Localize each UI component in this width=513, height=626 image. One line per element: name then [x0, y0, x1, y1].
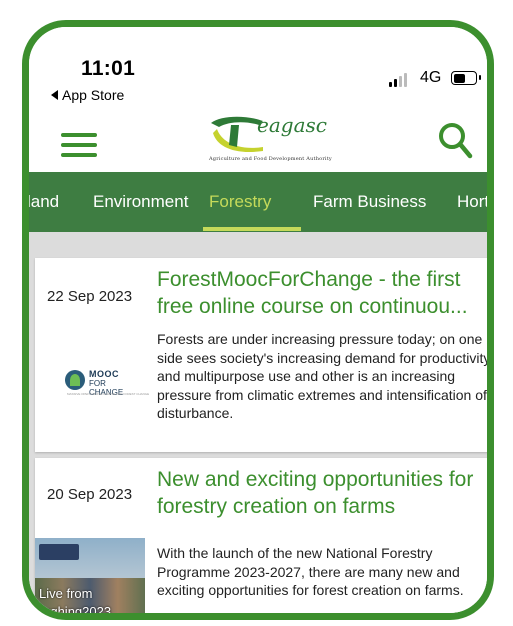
signal-icon: [389, 71, 411, 87]
active-tab-indicator: [203, 227, 301, 231]
logo-text: eagasc: [257, 113, 327, 137]
article-date: 20 Sep 2023: [47, 486, 133, 503]
back-label: App Store: [62, 87, 125, 103]
network-type: 4G: [420, 69, 442, 86]
mooc-logo-icon: [65, 370, 85, 390]
search-icon[interactable]: [437, 121, 473, 161]
mooc-caption: MASSIVE OPEN ONLINE COURSE FOR FOREST CH…: [67, 392, 150, 396]
tab-environment[interactable]: Environment: [93, 192, 188, 212]
article-thumbnail: Live from loughing2023: [35, 538, 145, 619]
tab-land[interactable]: land: [29, 192, 59, 212]
back-arrow-icon: [51, 90, 58, 100]
article-thumbnail: MOOC FOR CHANGE MASSIVE OPEN ONLINE COUR…: [65, 368, 149, 397]
tab-farm-business[interactable]: Farm Business: [313, 192, 426, 212]
menu-icon[interactable]: [61, 133, 97, 157]
article-card[interactable]: 20 Sep 2023 New and exciting opportuniti…: [35, 458, 487, 619]
tab-forestry[interactable]: Forestry: [209, 192, 271, 212]
phone-frame: 11:01 App Store 4G eagasc Agriculture an…: [22, 20, 494, 620]
article-list[interactable]: 22 Sep 2023 ForestMoocForChange - the fi…: [29, 232, 487, 613]
back-to-app-store[interactable]: App Store: [51, 87, 124, 103]
status-bar: 11:01 App Store 4G: [29, 27, 487, 111]
app-bar: eagasc Agriculture and Food Development …: [29, 111, 487, 169]
mooc-line1: MOOC: [89, 369, 119, 379]
category-tabs: land Environment Forestry Farm Business …: [29, 172, 487, 232]
clock: 11:01: [81, 57, 136, 80]
article-summary: With the launch of the new National Fore…: [157, 545, 464, 598]
article-title[interactable]: ForestMoocForChange - the first free onl…: [157, 266, 487, 320]
thumbnail-line2: loughing2023: [35, 604, 112, 619]
tab-horticulture[interactable]: Horti: [457, 192, 487, 212]
logo-subtitle: Agriculture and Food Development Authori…: [209, 156, 332, 162]
article-title[interactable]: New and exciting opportunities for fores…: [157, 466, 487, 520]
battery-icon: [451, 71, 481, 85]
thumbnail-line1: Live from: [39, 586, 93, 601]
article-date: 22 Sep 2023: [47, 288, 133, 305]
article-summary: Forests are under increasing pressure to…: [157, 331, 491, 421]
article-card[interactable]: 22 Sep 2023 ForestMoocForChange - the fi…: [35, 258, 491, 452]
teagasc-logo: eagasc Agriculture and Food Development …: [207, 111, 345, 167]
